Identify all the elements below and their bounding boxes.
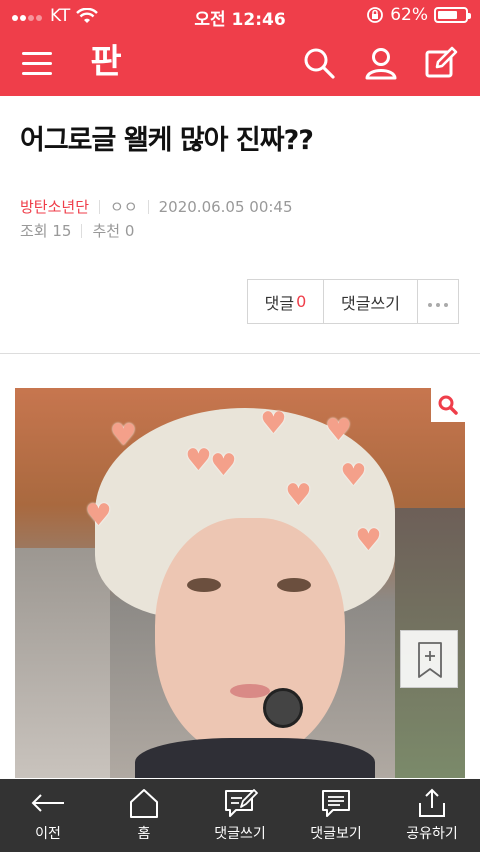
- image-face: [155, 518, 345, 758]
- recommend-count: 추천 0: [92, 222, 135, 240]
- write-icon[interactable]: [424, 46, 458, 80]
- category-link[interactable]: 방탄소년단: [20, 196, 89, 217]
- more-options-button[interactable]: [418, 280, 458, 323]
- post-meta: 방탄소년단 ㅇㅇ 2020.06.05 00:45: [20, 196, 293, 217]
- heart-sticker-icon: ♥: [355, 523, 382, 558]
- heart-sticker-icon: ♥: [210, 448, 237, 483]
- battery-icon: [434, 7, 471, 23]
- post-image[interactable]: ♥ ♥ ♥ ♥ ♥ ♥ ♥ ♥ ♥: [15, 388, 465, 778]
- battery-percent: 62%: [390, 5, 428, 25]
- meta-divider: [81, 223, 83, 238]
- heart-sticker-icon: ♥: [285, 478, 312, 513]
- image-mic: [263, 688, 303, 728]
- comments-label: 댓글: [264, 293, 295, 313]
- write-comment-button[interactable]: 댓글쓰기: [324, 280, 418, 323]
- view-count: 조회 15: [20, 222, 72, 240]
- view-comments-label: 댓글보기: [310, 826, 362, 842]
- image-eye: [187, 578, 221, 592]
- view-comments-tab[interactable]: 댓글보기: [288, 779, 384, 852]
- heart-sticker-icon: ♥: [185, 443, 212, 478]
- zoom-button[interactable]: [431, 388, 465, 422]
- post-datetime: 2020.06.05 00:45: [158, 197, 293, 216]
- heart-sticker-icon: ♥: [340, 458, 367, 493]
- image-body: [135, 738, 375, 778]
- post-title: 어그로글 왤케 많아 진짜??: [20, 125, 314, 156]
- heart-sticker-icon: ♥: [260, 406, 287, 441]
- image-mouth: [230, 684, 270, 698]
- status-bar: KT 오전 12:46 62%: [0, 0, 480, 32]
- image-eye: [277, 578, 311, 592]
- write-comment-label: 댓글쓰기: [341, 293, 400, 313]
- heart-sticker-icon: ♥: [325, 413, 352, 448]
- comments-button[interactable]: 댓글 0: [248, 280, 324, 323]
- back-arrow-icon: [31, 794, 64, 812]
- menu-icon[interactable]: [22, 52, 52, 75]
- write-comment-tab[interactable]: 댓글쓰기: [192, 779, 288, 852]
- home-label: 홈: [137, 826, 151, 842]
- view-comments-icon: [322, 790, 350, 817]
- top-bar: KT 오전 12:46 62% 판: [0, 0, 480, 96]
- post-stats: 조회 15 추천 0: [20, 220, 134, 241]
- section-divider: [0, 353, 480, 354]
- orientation-lock-icon: [367, 7, 384, 23]
- back-button[interactable]: 이전: [0, 779, 96, 852]
- author-name: ㅇㅇ: [110, 198, 138, 216]
- share-button[interactable]: 공유하기: [384, 779, 480, 852]
- zoom-icon: [438, 395, 458, 415]
- more-icon: [426, 292, 450, 311]
- post-action-buttons: 댓글 0 댓글쓰기: [247, 279, 459, 324]
- search-icon[interactable]: [302, 46, 336, 80]
- app-header: 판: [0, 32, 480, 96]
- share-icon: [419, 788, 445, 817]
- heart-sticker-icon: ♥: [110, 418, 137, 453]
- user-icon[interactable]: [364, 46, 398, 80]
- write-comment-tab-label: 댓글쓰기: [214, 826, 266, 842]
- comments-count: 0: [296, 292, 307, 311]
- pann-logo[interactable]: 판: [84, 40, 128, 84]
- bookmark-icon: [418, 642, 442, 678]
- back-label: 이전: [35, 826, 61, 842]
- bottom-nav: 이전 홈 댓글쓰기 댓글보기 공유하기: [0, 779, 480, 852]
- home-icon: [130, 789, 158, 818]
- share-label: 공유하기: [406, 826, 458, 842]
- image-background-left: [15, 548, 110, 778]
- write-comment-icon: [225, 789, 258, 817]
- heart-sticker-icon: ♥: [85, 498, 112, 533]
- home-button[interactable]: 홈: [96, 779, 192, 852]
- meta-divider: [147, 199, 149, 214]
- meta-divider: [99, 199, 101, 214]
- bookmark-button[interactable]: [400, 630, 458, 688]
